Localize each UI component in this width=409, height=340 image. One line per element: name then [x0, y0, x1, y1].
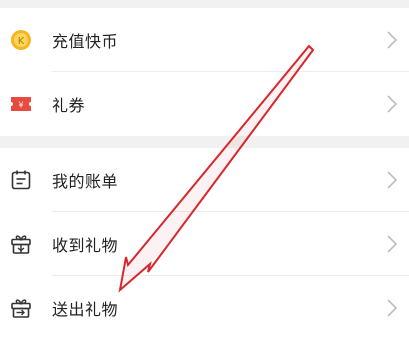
section-gap-top [0, 0, 409, 8]
menu-item-coupons[interactable]: ¥ 礼券 [0, 72, 409, 136]
chevron-right-icon [387, 95, 398, 113]
svg-text:¥: ¥ [18, 101, 23, 110]
menu-item-label: 充值快币 [52, 32, 119, 51]
chevron-right-icon [387, 31, 398, 49]
menu-item-gifts-received[interactable]: 收到礼物 [0, 212, 409, 276]
menu-item-label: 我的账单 [52, 172, 119, 191]
ticket-icon: ¥ [9, 92, 33, 116]
wallet-menu-page: K 充值快币 ¥ 礼券 我的账单 收到礼物 送出礼物 [0, 0, 409, 340]
menu-item-label: 送出礼物 [52, 300, 119, 319]
menu-item-label: 礼券 [52, 96, 86, 115]
menu-item-my-bills[interactable]: 我的账单 [0, 148, 409, 212]
svg-text:K: K [18, 36, 25, 47]
menu-item-gifts-sent[interactable]: 送出礼物 [0, 276, 409, 340]
gift-sent-icon [9, 296, 33, 320]
gift-received-icon [9, 232, 33, 256]
calendar-icon [9, 168, 33, 192]
menu-item-recharge[interactable]: K 充值快币 [0, 8, 409, 72]
section-gap [0, 136, 409, 148]
chevron-right-icon [387, 299, 398, 317]
menu-item-label: 收到礼物 [52, 236, 119, 255]
chevron-right-icon [387, 235, 398, 253]
chevron-right-icon [387, 171, 398, 189]
coin-icon: K [9, 28, 33, 52]
